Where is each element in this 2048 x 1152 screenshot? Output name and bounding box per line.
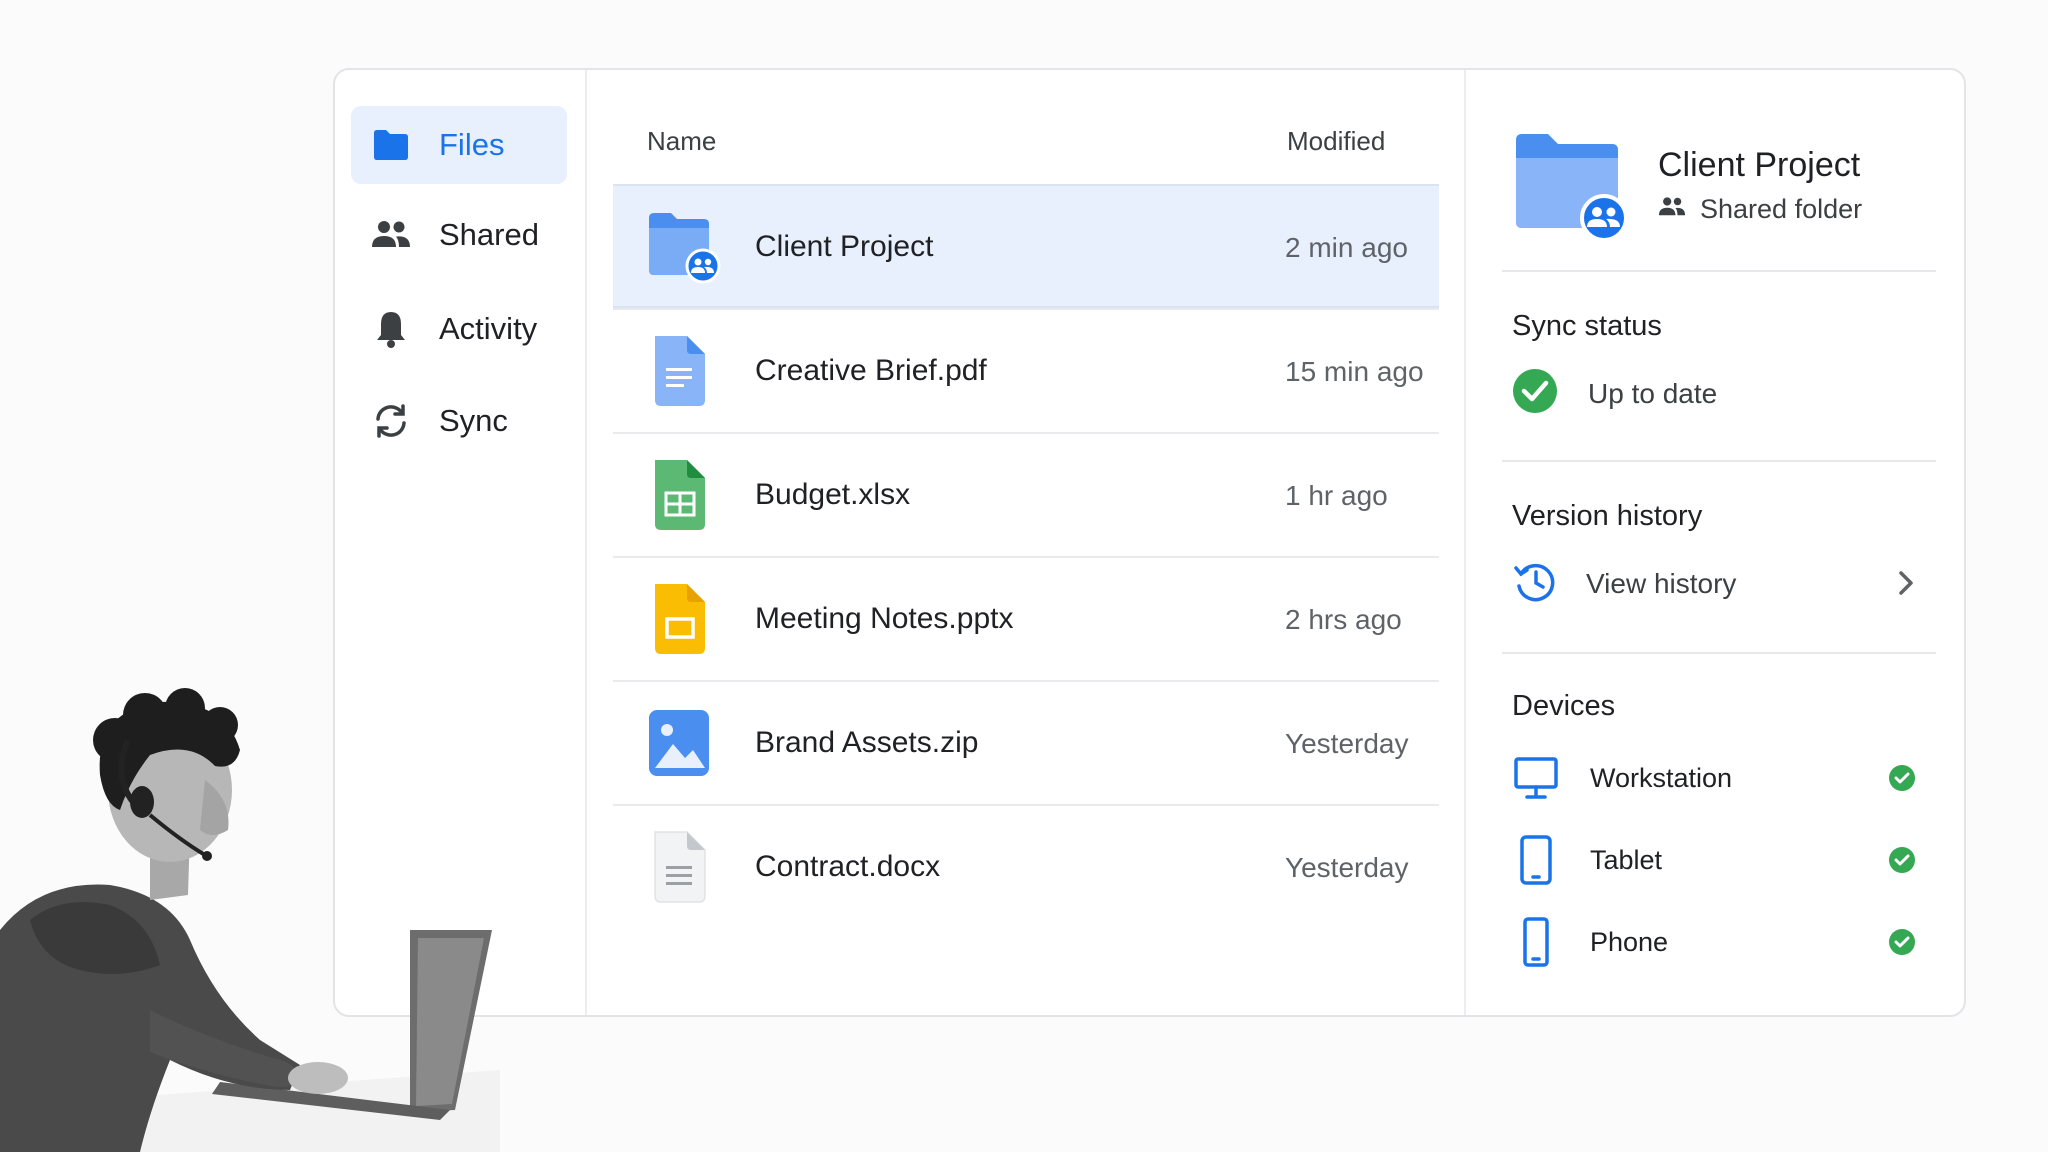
file-name: Client Project <box>755 230 934 263</box>
sheet-icon <box>647 458 713 532</box>
sync-status-title: Sync status <box>1512 310 1662 342</box>
phone-icon <box>1512 916 1560 968</box>
monitor-icon <box>1512 755 1560 801</box>
divider <box>1502 652 1936 654</box>
people-icon <box>371 215 411 255</box>
device-row-tablet: Tablet <box>1512 830 1916 890</box>
tablet-icon <box>1512 834 1560 886</box>
sidebar-item-files[interactable]: Files <box>351 106 567 184</box>
file-modified: 2 hrs ago <box>1285 604 1402 635</box>
details-header: Client Project Shared folder <box>1466 70 1964 270</box>
file-modified: 2 min ago <box>1285 232 1408 263</box>
sidebar-item-sync[interactable]: Sync <box>351 382 567 460</box>
sidebar-item-label: Shared <box>439 217 539 252</box>
doc-icon <box>647 334 713 408</box>
sidebar-item-activity[interactable]: Activity <box>351 290 567 368</box>
view-history-link[interactable]: View history <box>1512 554 1916 614</box>
sync-icon <box>371 401 411 441</box>
column-name-header[interactable]: Name <box>647 126 716 157</box>
file-row-contract[interactable]: Contract.docx Yesterday <box>613 804 1439 928</box>
history-icon <box>1512 558 1560 611</box>
check-circle-icon <box>1888 764 1916 797</box>
file-row-creative-brief[interactable]: Creative Brief.pdf 15 min ago <box>613 308 1439 432</box>
file-manager-window: Files Shared Activity Sync Name Modified <box>333 68 1966 1017</box>
details-subtitle: Shared folder <box>1658 194 1862 225</box>
details-subtitle-text: Shared folder <box>1700 194 1863 224</box>
view-history-text: View history <box>1586 568 1737 599</box>
shared-folder-icon <box>1512 130 1632 242</box>
file-row-client-project[interactable]: Client Project 2 min ago <box>613 184 1439 308</box>
device-label: Workstation <box>1590 762 1733 793</box>
version-history-title: Version history <box>1512 500 1703 532</box>
file-name: Meeting Notes.pptx <box>755 602 1014 635</box>
sync-status-text: Up to date <box>1588 377 1718 409</box>
image-icon <box>647 706 713 780</box>
details-panel: Client Project Shared folder Sync status… <box>1466 70 1964 1015</box>
file-list: Name Modified Client Project 2 min ago C… <box>587 70 1466 1015</box>
list-header: Name Modified <box>587 70 1464 184</box>
file-row-meeting-notes[interactable]: Meeting Notes.pptx 2 hrs ago <box>613 556 1439 680</box>
details-title: Client Project <box>1658 146 1861 184</box>
person-at-laptop-illustration <box>0 688 500 1152</box>
check-circle-icon <box>1888 928 1916 961</box>
file-modified: Yesterday <box>1285 728 1409 759</box>
check-circle-icon <box>1888 846 1916 879</box>
column-modified-header[interactable]: Modified <box>1287 126 1385 157</box>
device-label: Tablet <box>1590 844 1663 875</box>
file-name: Contract.docx <box>755 850 941 883</box>
divider <box>1502 460 1936 462</box>
file-name: Budget.xlsx <box>755 478 911 511</box>
file-row-brand-assets[interactable]: Brand Assets.zip Yesterday <box>613 680 1439 804</box>
shared-folder-icon <box>647 210 721 284</box>
file-rows: Client Project 2 min ago Creative Brief.… <box>613 184 1439 928</box>
check-circle-icon <box>1512 368 1558 419</box>
people-icon <box>1658 196 1686 223</box>
sync-status-row: Up to date <box>1512 368 1717 419</box>
device-label: Phone <box>1590 926 1669 957</box>
chevron-right-icon <box>1896 568 1916 603</box>
folder-icon <box>371 125 411 165</box>
sidebar-item-label: Activity <box>439 311 538 346</box>
devices-title: Devices <box>1512 690 1616 722</box>
slides-icon <box>647 582 713 656</box>
file-modified: 1 hr ago <box>1285 480 1388 511</box>
file-row-budget[interactable]: Budget.xlsx 1 hr ago <box>613 432 1439 556</box>
sidebar-item-label: Sync <box>439 403 508 438</box>
divider <box>1502 270 1936 272</box>
text-file-icon <box>647 830 713 904</box>
device-row-phone: Phone <box>1512 912 1916 972</box>
file-modified: 15 min ago <box>1285 356 1424 387</box>
sidebar-item-shared[interactable]: Shared <box>351 196 567 274</box>
device-row-workstation: Workstation <box>1512 748 1916 808</box>
sidebar-item-label: Files <box>439 127 505 162</box>
file-name: Creative Brief.pdf <box>755 354 987 387</box>
file-name: Brand Assets.zip <box>755 726 979 759</box>
file-modified: Yesterday <box>1285 852 1409 883</box>
bell-icon <box>371 309 411 349</box>
